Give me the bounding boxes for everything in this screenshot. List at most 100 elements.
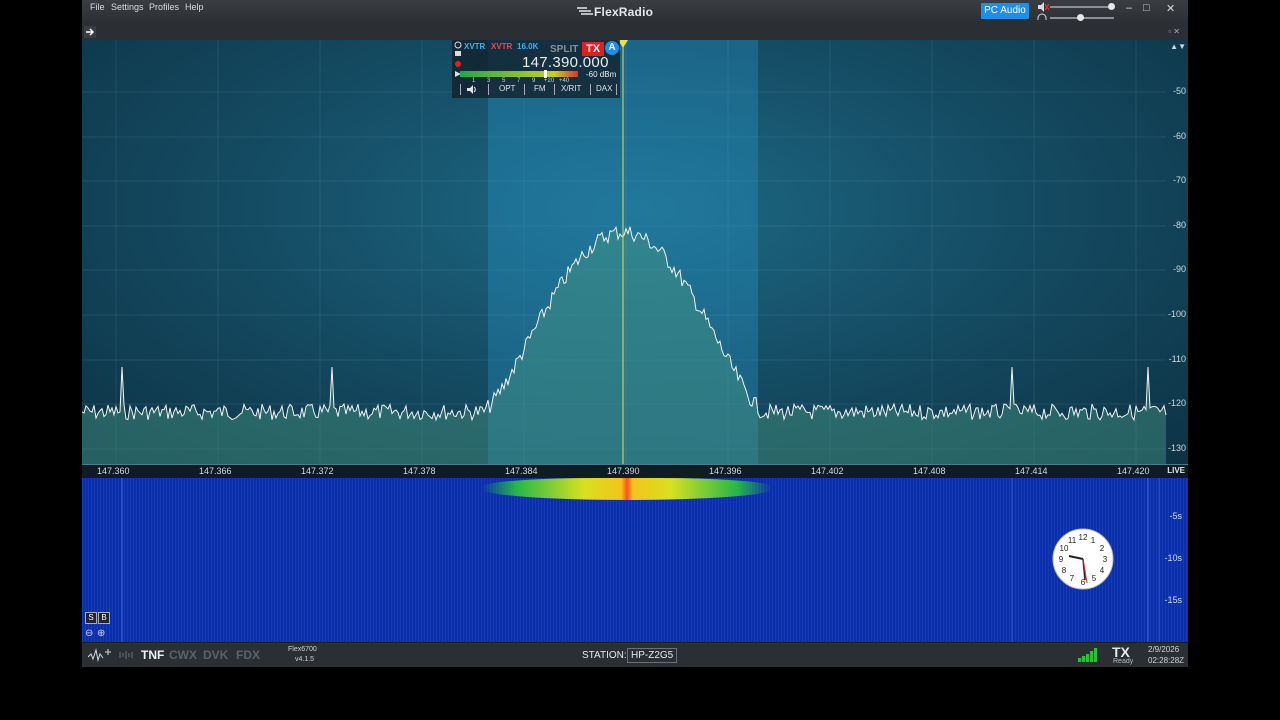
dbm-tick: -50 (1172, 86, 1186, 96)
slice-tab-row: OPT FM X/RIT DAX (452, 82, 620, 96)
station-label: STATION: (582, 650, 627, 661)
radio-version: v4.1.5 (295, 656, 315, 663)
s-meter-bar (460, 70, 578, 78)
panadapter-toolbar: ▫ ✕ (82, 24, 1188, 40)
title-bar: File Settings Profiles Help FlexRadio PC… (82, 0, 1188, 25)
slice-flag[interactable]: XVTR XVTR 16.0K SPLIT TX A 147.390.000 1… (452, 40, 620, 98)
tab-separator (554, 84, 555, 95)
expand-arrow-icon[interactable] (84, 26, 96, 38)
cwx-button[interactable]: CWX (169, 648, 197, 662)
slice-letter-badge[interactable]: A (605, 41, 619, 55)
freq-tick: 147.372 (301, 466, 334, 476)
flexradio-logo-icon (577, 7, 593, 15)
clock-number: 2 (1100, 544, 1105, 553)
dbm-tick: -110 (1168, 354, 1186, 364)
pan-close-icon[interactable]: ▫ ✕ (1168, 27, 1180, 36)
clock-number: 8 (1062, 566, 1067, 575)
tab-separator (460, 84, 461, 95)
b-button[interactable]: B (98, 612, 110, 624)
waterfall-time-tick: -10s (1164, 553, 1182, 563)
freq-tick: 147.360 (97, 466, 130, 476)
freq-tick: 147.366 (199, 466, 232, 476)
add-panadapter-icon[interactable] (88, 647, 114, 663)
close-button[interactable]: ✕ (1166, 2, 1175, 15)
freq-tick: 147.396 (709, 466, 742, 476)
waterfall-signal (482, 478, 772, 500)
clock-number: 10 (1060, 544, 1069, 553)
speaker-mute-icon[interactable] (1037, 2, 1049, 12)
freq-tick: 147.402 (811, 466, 844, 476)
menu-file[interactable]: File (90, 2, 105, 12)
tab-separator (488, 84, 489, 95)
frequency-axis[interactable]: 147.360 147.366 147.372 147.378 147.384 … (82, 464, 1188, 479)
tab-opt[interactable]: OPT (499, 84, 515, 93)
s-meter-needle (544, 70, 547, 78)
date-display: 2/9/2026 (1148, 645, 1180, 654)
dbm-tick: -100 (1167, 309, 1186, 319)
audio-speaker-icon[interactable] (467, 85, 477, 94)
clock-number: 1 (1091, 536, 1096, 545)
tx-antenna-label[interactable]: XVTR (491, 42, 512, 51)
radio-model: Flex6700 (288, 646, 317, 653)
maximize-button[interactable]: □ (1143, 2, 1150, 14)
clock-number: 7 (1070, 574, 1075, 583)
menu-profiles[interactable]: Profiles (149, 2, 179, 12)
dbm-tick: -130 (1167, 443, 1186, 453)
dbm-tick: -70 (1172, 175, 1186, 185)
freq-tick: 147.384 (505, 466, 538, 476)
tnf-button[interactable]: TNF (141, 648, 164, 662)
brand-name: FlexRadio (594, 5, 654, 19)
network-signal-icon (1078, 648, 1097, 662)
menu-settings[interactable]: Settings (111, 2, 144, 12)
dvk-button[interactable]: DVK (203, 648, 228, 662)
dbm-tick: -90 (1172, 264, 1186, 274)
dbm-tick: -80 (1172, 220, 1186, 230)
clock-number: 9 (1059, 555, 1064, 564)
zoom-in-icon[interactable]: ⊕ (97, 628, 105, 639)
dbm-tick: -120 (1167, 398, 1186, 408)
spectrum-trace (82, 40, 1167, 464)
freq-tick: 147.390 (607, 466, 640, 476)
s-button[interactable]: S (85, 612, 97, 624)
brand-title: FlexRadio (577, 5, 654, 19)
dbm-tick: -60 (1172, 131, 1186, 141)
pc-audio-button[interactable]: PC Audio (981, 3, 1029, 19)
headphones-icon[interactable] (1037, 13, 1047, 22)
minimize-button[interactable]: – (1126, 2, 1132, 14)
waterfall-time-tick: -5s (1169, 511, 1182, 521)
tab-separator (616, 84, 617, 95)
menu-help[interactable]: Help (185, 2, 204, 12)
waterfall-time-tick: -15s (1164, 595, 1182, 605)
master-volume-thumb[interactable] (1108, 3, 1115, 10)
clock-number: 4 (1100, 566, 1105, 575)
slice-frequency[interactable]: 147.390.000 (522, 54, 609, 71)
smartsdr-window: File Settings Profiles Help FlexRadio PC… (82, 0, 1188, 667)
zoom-out-icon[interactable]: ⊖ (85, 628, 93, 639)
fdx-button[interactable]: FDX (236, 648, 260, 662)
headphone-volume-slider[interactable] (1050, 14, 1114, 21)
freq-tick: 147.378 (403, 466, 436, 476)
waterfall[interactable]: -5s -10s -15s 12 1 2 3 4 5 6 7 8 9 10 11 (82, 478, 1188, 642)
waterfall-texture (82, 478, 1188, 642)
station-name-field[interactable]: HP-Z2G5 (627, 648, 678, 663)
time-display: 02:28:28Z (1148, 656, 1185, 665)
scale-arrows-icon[interactable]: ▲▼ (1170, 42, 1186, 51)
filter-width-label[interactable]: 16.0K (517, 42, 538, 51)
clock-number: 5 (1092, 574, 1097, 583)
dbm-scale[interactable]: ▲▼ -50 -60 -70 -80 -90 -100 -110 -120 -1… (1166, 40, 1188, 464)
tx-ready-label: Ready (1113, 658, 1134, 665)
tab-fm[interactable]: FM (534, 84, 546, 93)
clock-number: 12 (1079, 533, 1088, 542)
freq-tick: 147.420 (1117, 466, 1150, 476)
freq-tick: 147.414 (1015, 466, 1048, 476)
panadapter[interactable]: XVTR XVTR 16.0K SPLIT TX A 147.390.000 1… (82, 40, 1188, 464)
live-button[interactable]: LIVE (1167, 466, 1185, 475)
headphone-volume-thumb[interactable] (1077, 14, 1084, 21)
tab-xrit[interactable]: X/RIT (561, 84, 581, 93)
network-audio-icon[interactable] (118, 647, 134, 663)
rx-antenna-label[interactable]: XVTR (464, 42, 485, 51)
tab-dax[interactable]: DAX (596, 84, 612, 93)
master-volume-slider[interactable] (1050, 3, 1115, 10)
status-bar: TNF CWX DVK FDX Flex6700 v4.1.5 STATION:… (82, 642, 1188, 667)
clock-number: 11 (1068, 536, 1077, 545)
